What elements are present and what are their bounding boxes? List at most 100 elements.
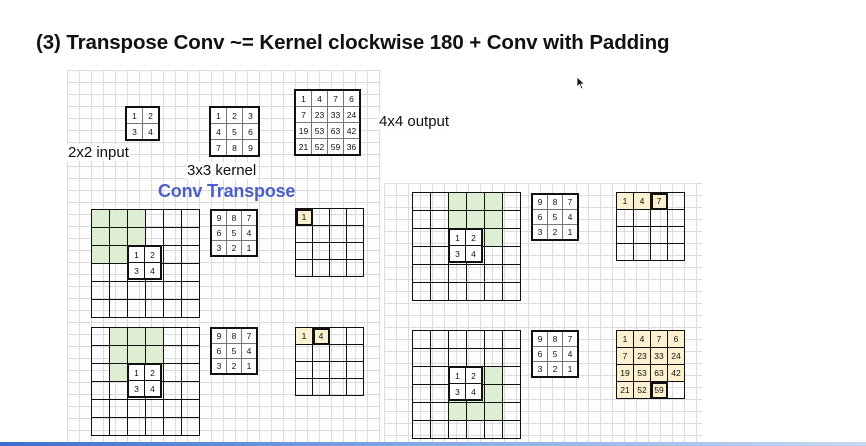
partial-output-grid: 1 4 7 6 7 23 33 24 19 53 63 42 21 52 59: [616, 330, 685, 399]
padded-grid-cell: [181, 281, 200, 300]
input-overlay-cell: 2: [144, 245, 162, 263]
padded-grid-cell: [145, 327, 164, 346]
input-overlay: 1234: [448, 228, 483, 263]
input-overlay: 1234: [448, 366, 483, 401]
rotated-kernel-cell: 2: [226, 358, 242, 375]
padded-grid-cell: [502, 366, 521, 385]
rotated-kernel-cell: 4: [241, 343, 258, 359]
padded-grid-cell: [181, 399, 200, 418]
input-overlay-cell: 2: [144, 363, 162, 381]
padded-grid-cell: [127, 327, 146, 346]
padded-grid-cell: [145, 345, 164, 364]
padded-grid-cell: [412, 348, 431, 367]
output-label: 4x4 output: [378, 113, 451, 130]
partial-output-cell: [346, 242, 364, 260]
rotated-kernel-cell: 1: [241, 240, 258, 257]
partial-output-cell: [667, 209, 685, 227]
padded-grid-cell: [502, 402, 521, 421]
padded-grid-cell: [91, 363, 110, 382]
rotated-kernel-cell: 6: [531, 346, 548, 362]
input-overlay-cell: 3: [448, 383, 466, 401]
padded-grid-cell: [91, 417, 110, 436]
padded-grid-cell: [163, 227, 182, 246]
padded-grid-cell: [466, 210, 485, 229]
rotated-kernel-cell: 8: [226, 209, 242, 226]
output-cell: 19: [294, 122, 312, 139]
kernel-cell: 8: [226, 139, 243, 157]
padded-grid-cell: [412, 192, 431, 211]
padded-grid-cell: [412, 264, 431, 283]
rotated-kernel-cell: 7: [241, 327, 258, 344]
input-overlay: 1234: [127, 245, 162, 280]
padded-grid-cell: [109, 381, 128, 400]
input-cell: 2: [142, 106, 160, 124]
output-cell: 33: [327, 106, 344, 123]
padded-grid-cell: [484, 282, 503, 301]
padded-grid-cell: [163, 417, 182, 436]
padded-grid-cell: [448, 282, 467, 301]
output-cell: 59: [327, 138, 344, 156]
padded-grid-cell: [412, 246, 431, 265]
padded-grid-cell: [484, 246, 503, 265]
kernel-cell: 6: [242, 123, 260, 140]
rotated-kernel-cell: 2: [547, 361, 563, 378]
partial-output-cell: [650, 209, 668, 227]
partial-output-cell: [346, 259, 364, 277]
output-cell: 63: [327, 122, 344, 139]
padded-grid-cell: [430, 264, 449, 283]
output-cell: 42: [343, 122, 361, 139]
input-overlay-cell: 3: [448, 245, 466, 263]
padded-grid-cell: [484, 210, 503, 229]
output-cell: 21: [294, 138, 312, 156]
partial-output-cell: [295, 344, 313, 362]
output-cell: 7: [327, 89, 344, 107]
padded-grid-cell: [109, 327, 128, 346]
padded-grid-cell: [412, 402, 431, 421]
padded-grid-cell: [91, 327, 110, 346]
partial-output-cell: 63: [650, 364, 668, 382]
padded-grid-cell: [502, 246, 521, 265]
padded-grid-cell: [181, 263, 200, 282]
padded-grid-cell: [145, 299, 164, 318]
padded-grid-cell: [127, 209, 146, 228]
padded-grid-cell: [181, 363, 200, 382]
padded-grid-cell: [502, 264, 521, 283]
partial-output-cell: 52: [633, 381, 651, 399]
partial-output-cell: [667, 226, 685, 244]
rotated-kernel-cell: 5: [547, 346, 563, 362]
padded-grid-cell: [91, 263, 110, 282]
padded-grid-cell: [430, 384, 449, 403]
padded-grid-cell: [91, 399, 110, 418]
padded-grid-cell: [430, 402, 449, 421]
padded-grid-cell: [145, 209, 164, 228]
padded-grid-cell: [181, 209, 200, 228]
padded-grid-cell: [91, 227, 110, 246]
partial-output-cell: [312, 225, 330, 243]
partial-output-cell: 24: [667, 347, 685, 365]
partial-output-cell: [616, 226, 634, 244]
rotated-kernel-cell: 7: [562, 193, 579, 210]
partial-output-cell: 1: [295, 327, 313, 345]
input-cell: 4: [142, 123, 160, 141]
padded-grid-cell: [412, 210, 431, 229]
partial-output-cell: [329, 361, 347, 379]
mouse-pointer-icon: [576, 76, 586, 90]
partial-output-cell: [667, 243, 685, 261]
partial-output-cell: [346, 208, 364, 226]
padded-grid-cell: [412, 330, 431, 349]
padded-grid-cell: [145, 417, 164, 436]
partial-output-cell: 23: [633, 347, 651, 365]
partial-output-cell: [667, 192, 685, 210]
padded-grid-cell: [448, 420, 467, 439]
input-overlay-cell: 4: [144, 262, 162, 280]
output-cell: 52: [311, 138, 328, 156]
input-cell: 3: [125, 123, 143, 141]
padded-grid-cell: [109, 299, 128, 318]
padded-grid-cell: [502, 210, 521, 229]
partial-output-cell: [295, 378, 313, 396]
padded-grid-cell: [448, 264, 467, 283]
rotated-kernel: 987654321: [210, 327, 258, 375]
padded-grid-cell: [430, 420, 449, 439]
padded-grid-cell: [466, 282, 485, 301]
rotated-kernel-cell: 2: [226, 240, 242, 257]
